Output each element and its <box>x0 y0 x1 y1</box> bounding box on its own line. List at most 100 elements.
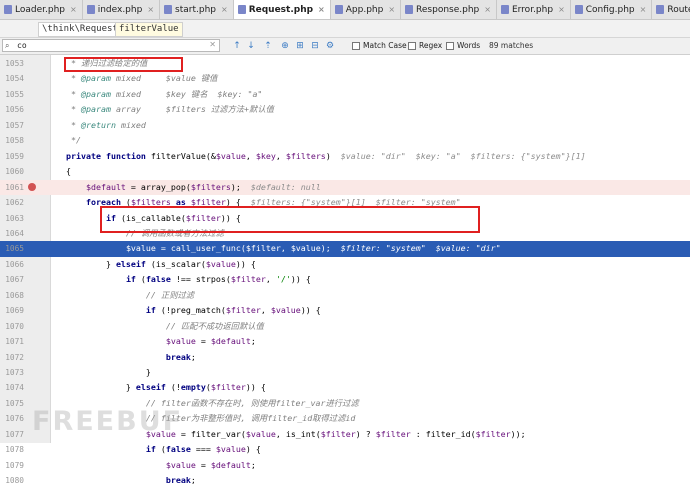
code-line[interactable]: 1068 // 正则过滤 <box>0 288 690 303</box>
select-all-occurrences-icon[interactable]: ⊞ <box>294 40 306 52</box>
line-number: 1053 <box>5 59 24 68</box>
code-line[interactable]: 1073 } <box>0 365 690 380</box>
close-tab-icon[interactable]: × <box>147 5 154 14</box>
line-number: 1077 <box>5 429 24 439</box>
tab-error-php[interactable]: Error.php × <box>497 0 571 19</box>
code-text: if (false !== strpos($filter, '/')) { <box>125 274 311 285</box>
tab-index-php[interactable]: index.php × <box>83 0 161 19</box>
breakpoint-icon[interactable] <box>28 182 36 191</box>
code-text: } elseif (!empty($filter)) { <box>51 382 266 393</box>
close-tab-icon[interactable]: × <box>221 5 228 14</box>
code-text: * 递归过滤给定的值 <box>51 58 148 68</box>
breadcrumb-class[interactable]: \think\Request <box>38 22 122 37</box>
code-line[interactable]: 1061 $default = array_pop($filters); $de… <box>0 179 690 195</box>
words-checkbox[interactable]: Words <box>446 41 480 50</box>
close-tab-icon[interactable]: × <box>484 5 491 14</box>
code-text: break; <box>165 475 196 486</box>
code-line[interactable]: 1059 private function filterValue(&$valu… <box>0 149 690 164</box>
find-bar: ⌕ co ✕ ↑ ↓ ⇡ ⊕ ⊞ ⊟ ⚙ Match Case Regex Wo… <box>0 38 690 55</box>
tab-config-php[interactable]: Config.php × <box>571 0 653 19</box>
code-text: // 调用函数或者方法过滤 <box>51 227 224 238</box>
code-line[interactable]: 1072 break; <box>0 350 690 365</box>
next-occurrence-icon[interactable]: ↓ <box>245 40 257 52</box>
code-text: if (!preg_match($filter, $value)) { <box>145 305 321 316</box>
code-text: * @param array $filters 过滤方法+默认值 <box>51 104 274 115</box>
code-line[interactable]: 1062 foreach ($filters as $filter) { $fi… <box>0 195 690 210</box>
tab-label: Error.php <box>511 4 554 15</box>
code-line[interactable]: 1058 */ <box>0 133 690 148</box>
find-in-selection-icon[interactable]: ⇡ <box>262 40 274 52</box>
exclude-occurrence-icon[interactable]: ⊟ <box>309 40 321 52</box>
code-line[interactable]: 1060 { <box>0 164 690 179</box>
editor-tab-bar: Loader.php × index.php × start.php × Request.p… <box>0 0 690 20</box>
code-text: * @param mixed $value 键值 <box>51 73 218 84</box>
previous-occurrence-icon[interactable]: ↑ <box>231 40 243 52</box>
line-number: 1065 <box>5 244 24 254</box>
match-case-label: Match Case <box>363 41 407 50</box>
close-tab-icon[interactable]: × <box>640 5 647 14</box>
php-file-icon <box>164 5 173 14</box>
code-line[interactable]: 1053 * 递归过滤给定的值 <box>0 56 690 71</box>
code-text: // 匹配不成功返回默认值 <box>51 320 264 331</box>
breadcrumb-method[interactable]: filterValue <box>115 22 183 37</box>
tab-response-php[interactable]: Response.php × <box>401 0 497 19</box>
code-text: } <box>51 367 151 377</box>
match-case-checkbox[interactable]: Match Case <box>352 41 407 50</box>
php-file-icon <box>237 5 246 14</box>
close-tab-icon[interactable]: × <box>558 5 565 14</box>
code-line[interactable]: 1055 * @param mixed $key 键名 $key: "a" <box>0 87 690 102</box>
tab-label: start.php <box>175 4 216 15</box>
close-tab-icon[interactable]: × <box>388 5 395 14</box>
search-input[interactable]: ⌕ co ✕ <box>2 39 220 52</box>
line-number: 1061 <box>5 182 24 192</box>
php-file-icon <box>656 5 665 14</box>
regex-checkbox[interactable]: Regex <box>408 41 442 50</box>
code-line[interactable]: 1056 * @param array $filters 过滤方法+默认值 <box>0 102 690 117</box>
code-line[interactable]: 1054 * @param mixed $value 键值 <box>0 71 690 86</box>
php-file-icon <box>500 5 509 14</box>
code-line[interactable]: 1067 if (false !== strpos($filter, '/'))… <box>0 272 690 287</box>
code-line[interactable]: 1074 } elseif (!empty($filter)) { <box>0 380 690 395</box>
code-line[interactable]: 1080 break; <box>0 473 690 488</box>
line-number: 1058 <box>5 136 24 146</box>
line-number: 1072 <box>5 352 24 362</box>
code-text: */ <box>51 135 81 146</box>
line-number: 1075 <box>5 398 24 408</box>
code-line[interactable]: 1071 $value = $default; <box>0 334 690 349</box>
code-line[interactable]: 1065 $value = call_user_func($filter, $v… <box>0 241 690 257</box>
tab-start-php[interactable]: start.php × <box>160 0 234 19</box>
code-line[interactable]: 1066 } elseif (is_scalar($value)) { <box>0 257 690 272</box>
tab-loader-php[interactable]: Loader.php × <box>0 0 83 19</box>
code-line[interactable]: 1064 // 调用函数或者方法过滤 <box>0 226 690 241</box>
code-line[interactable]: 1069 if (!preg_match($filter, $value)) { <box>0 303 690 318</box>
line-number: 1076 <box>5 414 24 424</box>
clear-icon[interactable]: ✕ <box>209 40 216 49</box>
code-line[interactable]: 1070 // 匹配不成功返回默认值 <box>0 319 690 334</box>
line-number: 1057 <box>5 120 24 130</box>
tab-label: Config.php <box>585 4 635 15</box>
line-number: 1066 <box>5 259 24 269</box>
tab-request-php[interactable]: Request.php × <box>233 0 331 19</box>
add-occurrence-icon[interactable]: ⊕ <box>279 40 291 52</box>
tab-label: Response.php <box>416 4 480 15</box>
tab-app-php[interactable]: App.php × <box>331 0 402 19</box>
line-number: 1055 <box>5 89 24 99</box>
code-line[interactable]: 1079 $value = $default; <box>0 458 690 473</box>
code-line[interactable]: 1063 if (is_callable($filter)) { <box>0 211 690 226</box>
close-tab-icon[interactable]: × <box>318 5 325 14</box>
search-settings-icon[interactable]: ⚙ <box>324 40 336 52</box>
code-text: } elseif (is_scalar($value)) { <box>51 258 256 269</box>
line-number: 1059 <box>5 151 24 161</box>
search-icon: ⌕ <box>5 41 10 50</box>
breadcrumb: \think\Request filterValue <box>0 20 690 38</box>
code-line[interactable]: 1057 * @return mixed <box>0 118 690 133</box>
close-tab-icon[interactable]: × <box>70 5 77 14</box>
code-text: if (false === $value) { <box>145 444 261 455</box>
code-text: * @return mixed <box>51 119 146 130</box>
code-line[interactable]: 1078 if (false === $value) { <box>0 442 690 457</box>
tab-route-php[interactable]: Route.php× <box>652 0 690 19</box>
line-number: 1056 <box>5 105 24 115</box>
php-file-icon <box>334 5 343 14</box>
code-text: $value = call_user_func($filter, $value)… <box>125 243 501 254</box>
tab-label: Loader.php <box>15 4 65 15</box>
